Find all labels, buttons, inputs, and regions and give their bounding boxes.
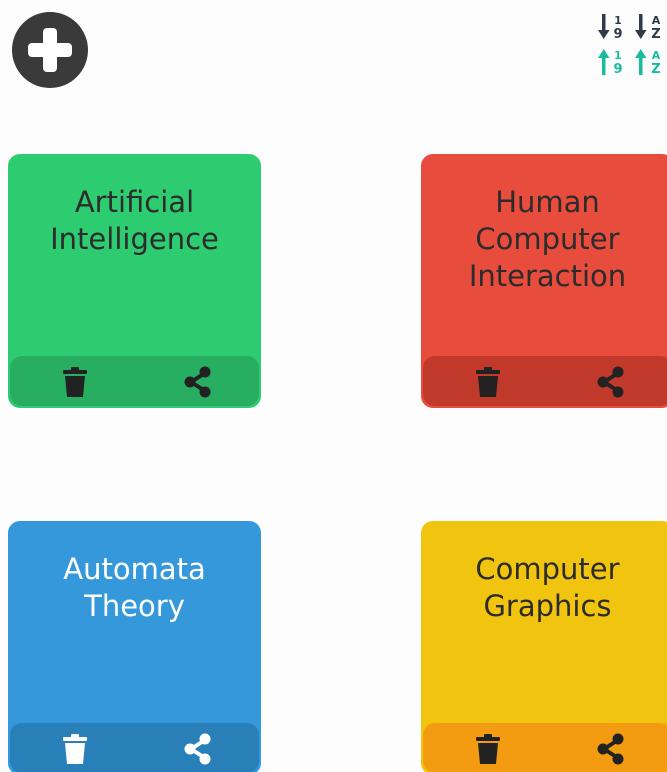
trash-icon: [476, 734, 500, 764]
card-title: Automata Theory: [63, 552, 206, 623]
svg-text:9: 9: [613, 62, 622, 77]
svg-text:1: 1: [614, 14, 622, 27]
card-title: Computer Graphics: [475, 552, 620, 623]
share-button[interactable]: [181, 732, 215, 766]
share-button[interactable]: [594, 732, 628, 766]
card-footer: [10, 356, 259, 406]
svg-text:9: 9: [613, 27, 622, 42]
card-computer-graphics[interactable]: Computer Graphics: [421, 521, 667, 772]
share-button[interactable]: [181, 365, 215, 399]
sort-numeric-asc-icon[interactable]: 1 9: [598, 47, 630, 77]
card-automata-theory[interactable]: Automata Theory: [8, 521, 261, 772]
svg-text:1: 1: [614, 49, 622, 62]
trash-icon: [63, 367, 87, 397]
share-icon: [597, 733, 624, 765]
sort-alpha-desc-icon[interactable]: A Z: [635, 12, 667, 42]
svg-text:Z: Z: [651, 27, 660, 42]
trash-icon: [476, 367, 500, 397]
page: 1 9 A Z 1 9 A Z Artificial Intelligence …: [0, 0, 667, 772]
card-footer: [423, 723, 667, 772]
card-human-computer-interaction[interactable]: Human Computer Interaction: [421, 154, 667, 408]
delete-button[interactable]: [471, 732, 505, 766]
delete-button[interactable]: [471, 365, 505, 399]
card-footer: [10, 723, 259, 772]
plus-icon: [28, 28, 72, 72]
trash-icon: [63, 734, 87, 764]
share-button[interactable]: [594, 365, 628, 399]
delete-button[interactable]: [58, 732, 92, 766]
sort-controls: 1 9 A Z 1 9 A Z: [598, 12, 667, 78]
sort-alpha-asc-icon[interactable]: A Z: [635, 47, 667, 77]
svg-text:A: A: [652, 14, 661, 27]
share-icon: [184, 366, 211, 398]
card-artificial-intelligence[interactable]: Artificial Intelligence: [8, 154, 261, 408]
sort-numeric-desc-icon[interactable]: 1 9: [598, 12, 630, 42]
svg-text:A: A: [652, 49, 661, 62]
delete-button[interactable]: [58, 365, 92, 399]
share-icon: [597, 366, 624, 398]
add-button[interactable]: [12, 12, 88, 88]
card-title: Human Computer Interaction: [468, 185, 627, 293]
card-title: Artificial Intelligence: [50, 185, 219, 256]
card-footer: [423, 356, 667, 406]
svg-text:Z: Z: [651, 62, 660, 77]
share-icon: [184, 733, 211, 765]
